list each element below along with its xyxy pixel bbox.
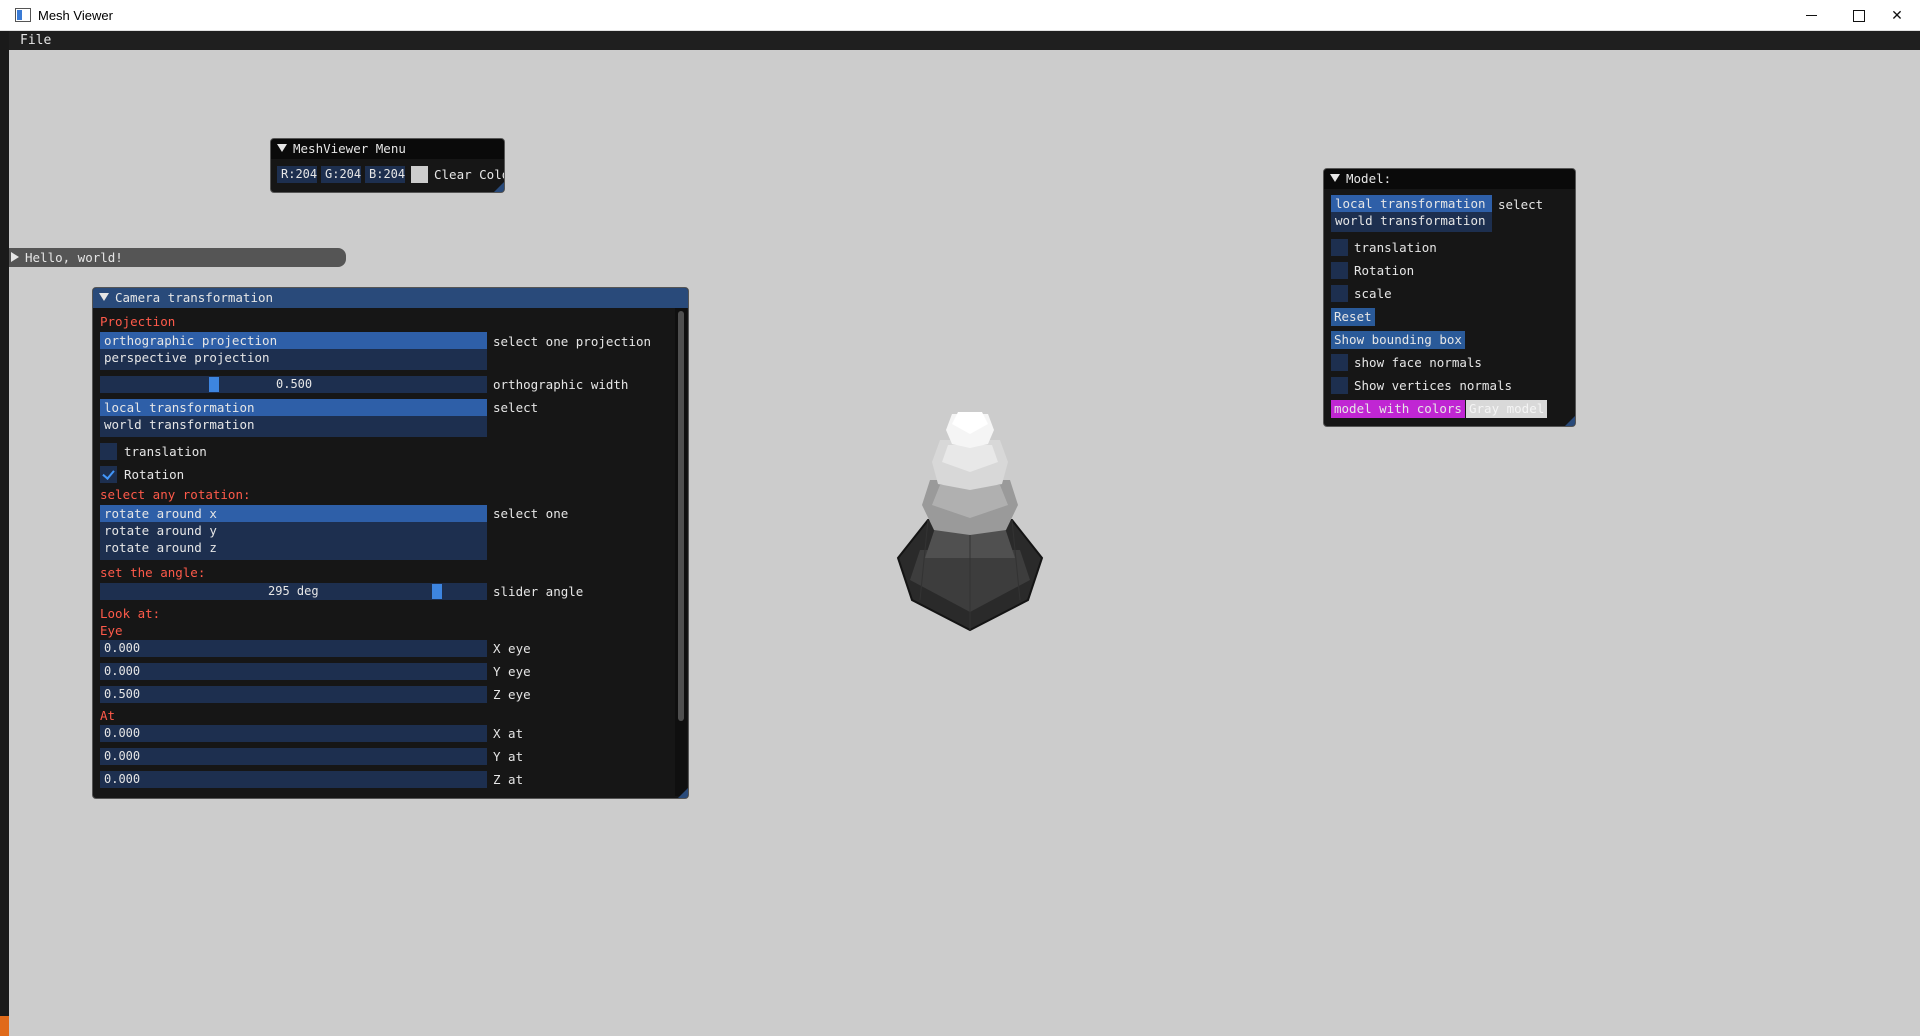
camera-window-title: Camera transformation: [115, 290, 274, 305]
expand-triangle-icon[interactable]: [11, 252, 19, 262]
model-translation-checkbox[interactable]: [1331, 239, 1348, 256]
color-r-input[interactable]: R:204: [277, 166, 317, 183]
projection-header: Projection: [100, 314, 176, 329]
window-title: Mesh Viewer: [38, 8, 113, 23]
model-transform-option-local[interactable]: local transformation: [1331, 195, 1492, 212]
eye-x-label: X eye: [493, 641, 531, 656]
eye-header: Eye: [100, 623, 123, 638]
eye-x-input[interactable]: 0.000: [100, 640, 487, 657]
vertical-scrollbar[interactable]: [675, 308, 687, 796]
rotation-option-x[interactable]: rotate around x: [100, 505, 487, 522]
model-translation-label: translation: [1354, 240, 1437, 255]
projection-option-orthographic[interactable]: orthographic projection: [100, 332, 487, 349]
color-b-input[interactable]: B:204: [365, 166, 405, 183]
at-header: At: [100, 708, 116, 723]
hello-window-title: Hello, world!: [25, 250, 123, 265]
vertex-normals-label: Show vertices normals: [1354, 378, 1513, 393]
at-z-input[interactable]: 0.000: [100, 771, 487, 788]
at-x-input[interactable]: 0.000: [100, 725, 487, 742]
projection-listbox[interactable]: orthographic projection perspective proj…: [100, 332, 487, 370]
window-titlebar: Mesh Viewer: [0, 0, 1920, 31]
eye-y-label: Y eye: [493, 664, 531, 679]
model-transform-listbox[interactable]: local transformation world transformatio…: [1331, 195, 1492, 232]
camera-transform-option-world[interactable]: world transformation: [100, 416, 487, 433]
clear-color-swatch[interactable]: [411, 166, 428, 183]
lookat-header: Look at:: [100, 606, 161, 621]
hello-window-collapsed[interactable]: Hello, world!: [9, 248, 346, 267]
at-x-label: X at: [493, 726, 524, 741]
camera-translation-checkbox[interactable]: [100, 443, 117, 460]
at-y-label: Y at: [493, 749, 524, 764]
projection-label: select one projection: [493, 334, 652, 349]
meshviewer-menu-header[interactable]: MeshViewer Menu: [271, 139, 504, 159]
model-rotation-label: Rotation: [1354, 263, 1415, 278]
meshviewer-menu-window: MeshViewer Menu R:204 G:204 B:204 Clear …: [270, 138, 505, 193]
at-z-label: Z at: [493, 772, 524, 787]
collapse-triangle-icon[interactable]: [99, 293, 109, 301]
model-transform-label: select: [1498, 197, 1544, 212]
rotation-option-z[interactable]: rotate around z: [100, 539, 487, 556]
model-window-header[interactable]: Model:: [1324, 169, 1575, 189]
model-scale-checkbox[interactable]: [1331, 285, 1348, 302]
camera-transform-listbox[interactable]: local transformation world transformatio…: [100, 399, 487, 437]
camera-transformation-window: Camera transformation Projection orthogr…: [92, 287, 689, 799]
main-menubar: File: [9, 31, 1920, 50]
model-window-title: Model:: [1346, 171, 1392, 186]
model-transform-option-world[interactable]: world transformation: [1331, 212, 1492, 229]
camera-rotation-label: Rotation: [124, 467, 185, 482]
camera-transform-label: select: [493, 400, 539, 415]
eye-y-input[interactable]: 0.000: [100, 663, 487, 680]
model-rotation-checkbox[interactable]: [1331, 262, 1348, 279]
ortho-width-label: orthographic width: [493, 377, 629, 392]
rotation-header: select any rotation:: [100, 487, 251, 502]
show-bounding-box-button[interactable]: Show bounding box: [1331, 331, 1465, 349]
clear-color-label: Clear Colo: [434, 167, 505, 182]
camera-transform-option-local[interactable]: local transformation: [100, 399, 487, 416]
app-icon: [15, 8, 31, 22]
angle-slider[interactable]: 295 deg: [100, 583, 487, 600]
menu-file[interactable]: File: [20, 33, 51, 48]
angle-slider-grab[interactable]: [432, 584, 442, 599]
meshviewer-menu-title: MeshViewer Menu: [293, 141, 406, 156]
eye-z-input[interactable]: 0.500: [100, 686, 487, 703]
close-icon[interactable]: [1874, 0, 1920, 31]
resize-grip[interactable]: [494, 182, 504, 192]
left-edge-strip: [0, 31, 9, 1036]
camera-translation-label: translation: [124, 444, 207, 459]
rotation-listbox[interactable]: rotate around x rotate around y rotate a…: [100, 505, 487, 560]
at-y-input[interactable]: 0.000: [100, 748, 487, 765]
collapse-triangle-icon[interactable]: [1330, 174, 1340, 182]
left-edge-accent: [0, 1016, 9, 1036]
vertex-normals-checkbox[interactable]: [1331, 377, 1348, 394]
model-window: Model: local transformation world transf…: [1323, 168, 1576, 427]
rendered-mesh-model: [896, 412, 1044, 632]
gray-model-button[interactable]: Gray model: [1466, 400, 1548, 418]
model-scale-label: scale: [1354, 286, 1392, 301]
color-g-input[interactable]: G:204: [321, 166, 361, 183]
angle-header: set the angle:: [100, 565, 206, 580]
angle-value: 295 deg: [268, 584, 319, 598]
scrollbar-thumb[interactable]: [678, 311, 684, 721]
rotation-option-y[interactable]: rotate around y: [100, 522, 487, 539]
angle-slider-label: slider angle: [493, 584, 584, 599]
checkmark-icon: [103, 468, 114, 479]
resize-grip[interactable]: [1565, 416, 1575, 426]
eye-z-label: Z eye: [493, 687, 531, 702]
model-with-colors-button[interactable]: model with colors: [1331, 400, 1465, 418]
camera-window-header[interactable]: Camera transformation: [93, 288, 688, 308]
ortho-width-value: 0.500: [276, 377, 313, 391]
ortho-width-slider-grab[interactable]: [209, 377, 219, 392]
projection-option-perspective[interactable]: perspective projection: [100, 349, 487, 366]
camera-rotation-checkbox[interactable]: [100, 466, 117, 483]
face-normals-checkbox[interactable]: [1331, 354, 1348, 371]
ortho-width-slider[interactable]: 0.500: [100, 376, 487, 393]
minimize-icon[interactable]: [1788, 0, 1834, 31]
resize-grip[interactable]: [678, 788, 688, 798]
collapse-triangle-icon[interactable]: [277, 144, 287, 152]
rotation-select-label: select one: [493, 506, 569, 521]
face-normals-label: show face normals: [1354, 355, 1482, 370]
reset-button[interactable]: Reset: [1331, 308, 1375, 326]
